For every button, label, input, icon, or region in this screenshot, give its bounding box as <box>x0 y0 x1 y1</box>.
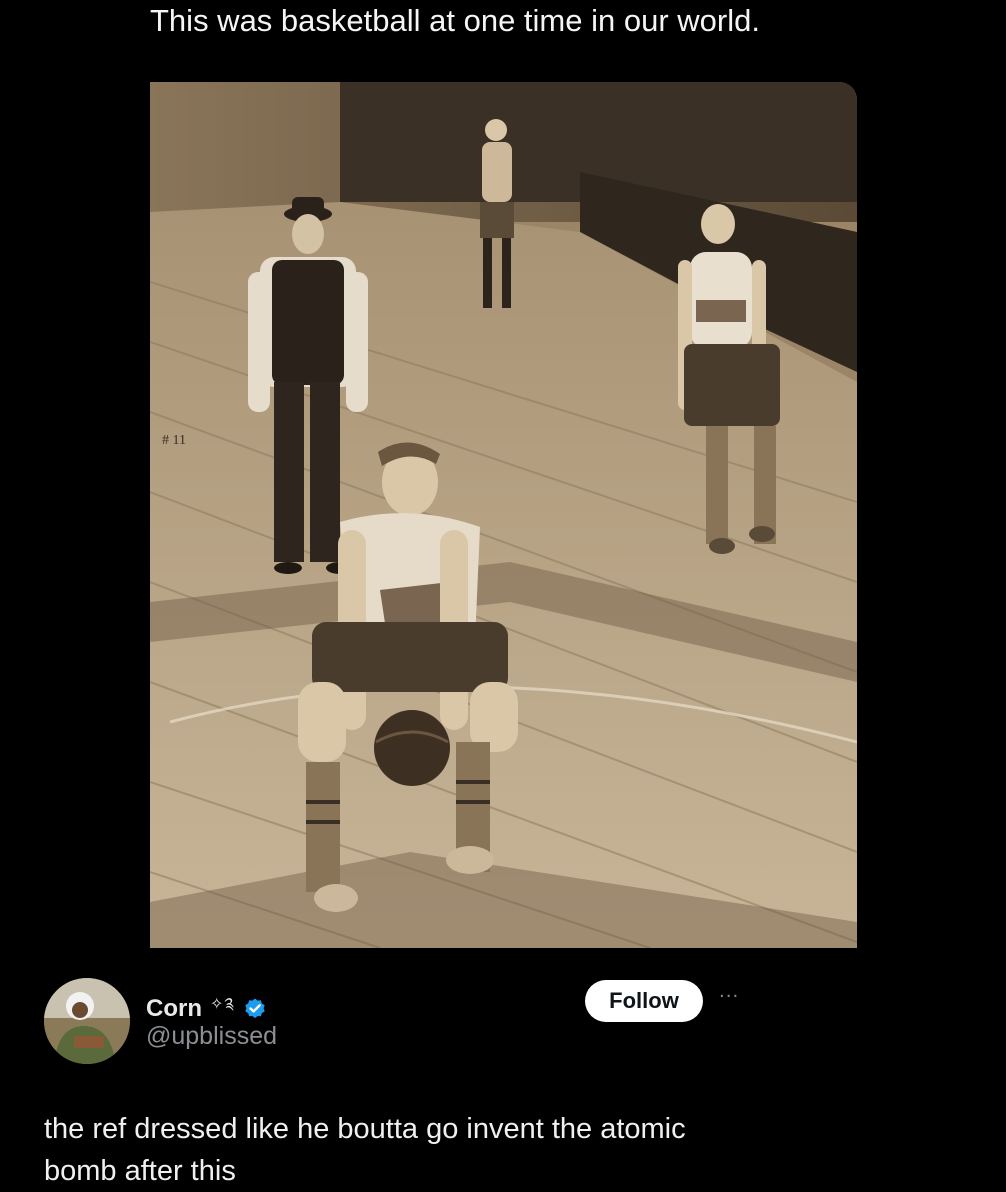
avatar-image <box>44 978 130 1064</box>
tweet-text: the ref dressed like he boutta go invent… <box>44 1113 686 1187</box>
follow-button[interactable]: Follow <box>585 980 703 1022</box>
meme-caption: This was basketball at one time in our w… <box>150 3 760 38</box>
avatar[interactable] <box>44 978 130 1064</box>
display-name[interactable]: Corn <box>146 995 202 1023</box>
vintage-basketball-photo: # 11 <box>150 82 857 948</box>
photo-illustration: # 11 <box>150 82 857 948</box>
user-handle[interactable]: @upblissed <box>146 1022 277 1051</box>
photo-corner-mark: # 11 <box>162 433 186 448</box>
verified-badge-icon <box>243 997 267 1021</box>
tweet-author-row: Corn ✧༉ @upblissed Follow ··· <box>44 978 964 1068</box>
more-options-icon[interactable]: ··· <box>719 986 739 1007</box>
